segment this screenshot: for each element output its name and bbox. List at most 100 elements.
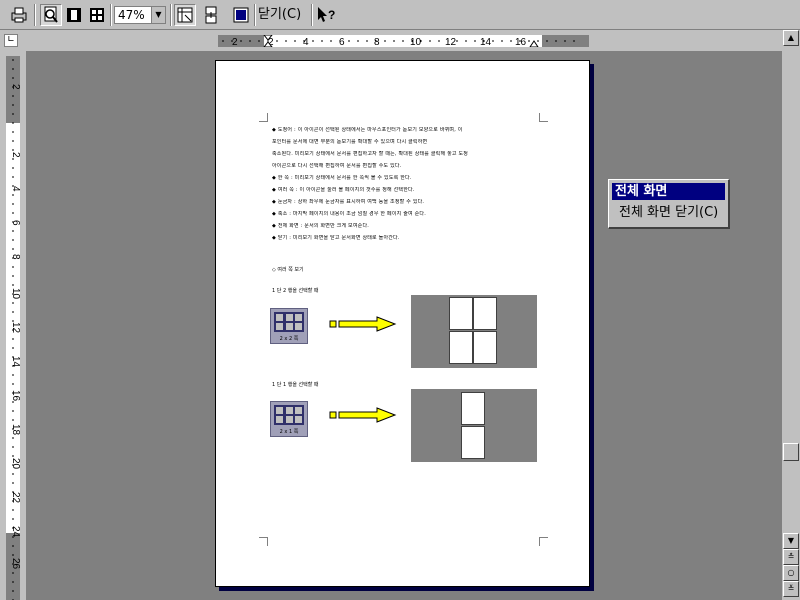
svg-text:?: ? [328,8,335,22]
ruler-label: 18 [10,424,20,436]
ruler-label: 6 [339,37,345,47]
grid-cell [276,323,283,330]
mini-page [461,392,485,425]
arrow-icon [329,316,397,332]
grid-cell [285,314,293,321]
toolbar-separator [34,4,36,26]
grid-cells [274,405,304,425]
grid-cell [295,314,302,321]
shrink-to-fit-icon[interactable] [200,4,222,26]
toolbar-separator [254,4,256,26]
document-line: ◆ 눈금자 : 상하 좌우에 눈금자를 표시하여 여백 등을 조정할 수 있다. [272,199,425,205]
ruler-label: 12 [445,37,457,47]
preview-2x2-image [411,295,537,368]
preview-toolbar: 47% ▼ 닫기(C) ? [0,0,800,30]
grid-cell [285,323,293,330]
ruler-label: 16 [515,37,527,47]
grid-cell [295,416,302,423]
full-screen-title[interactable]: 전체 화면 [612,183,725,200]
example-label: 1 단 2 행을 선택할 때 [272,288,319,294]
right-indent-marker-icon[interactable] [529,40,539,47]
ruler-label: 2 [10,152,20,158]
close-full-screen-button[interactable]: 전체 화면 닫기(C) [619,204,718,222]
mini-page [449,297,473,330]
ruler-label: 6 [10,220,20,226]
zoom-value: 47% [118,8,145,22]
ruler-label: 10 [410,37,422,47]
horizontal-ruler-ticks: 2 2 4 6 8 10 12 14 16 [222,35,575,47]
next-page-icon[interactable]: ≚ [783,581,799,597]
ruler-label: 12 [10,322,20,334]
scroll-up-icon[interactable]: ▲ [783,30,799,46]
scroll-down-icon[interactable]: ▼ [783,533,799,549]
ruler-label: 2 [232,37,238,47]
preview-page[interactable]: ◆ 도청어 : 이 아이콘이 선택된 상태에서는 마우스포인터가 돋보기 모양으… [215,60,590,587]
ruler-label: 4 [303,37,309,47]
close-preview-button[interactable]: 닫기(C) [258,5,301,25]
grid-cell [285,416,293,423]
ruler-label: 14 [480,37,492,47]
printer-icon[interactable] [8,4,30,26]
full-screen-icon[interactable] [230,4,252,26]
ruler-label: 8 [10,254,20,260]
document-line: ◆ 전체 화면 : 문서의 화면만 크게 보여준다. [272,223,370,229]
grid-cell [295,407,302,414]
full-screen-toolbar: 전체 화면 전체 화면 닫기(C) [608,179,730,229]
document-line: ◆ 한 쪽 : 미리보기 상태에서 문서를 한 쪽씩 볼 수 있도록 한다. [272,175,412,181]
ruler-label: 4 [10,186,20,192]
preview-2x1-image [411,389,537,462]
ruler-label: 14 [10,356,20,368]
mini-page [473,297,497,330]
select-browse-object-icon[interactable]: ○ [783,565,799,581]
ruler-label: 24 [10,526,20,538]
one-page-icon[interactable] [63,4,85,26]
document-line: ◆ 여러 쪽 : 이 아이콘을 눌러 볼 페이지의 갯수를 정해 선택한다. [272,187,415,193]
example-label: 1 단 1 행을 선택할 때 [272,382,319,388]
multi-page-icon[interactable] [86,4,108,26]
grid-cells [274,312,304,332]
ruler-label: 16 [10,390,20,402]
view-ruler-icon[interactable] [174,4,196,26]
document-line: 아이콘으로 다시 선택해 편집하여 문서를 편집할 수도 있다. [272,163,402,169]
zoom-select[interactable]: 47% ▼ [114,6,166,24]
grid-cell [276,314,283,321]
arrow-icon [329,407,397,423]
magnifier-icon[interactable] [40,4,62,26]
crop-mark [539,537,548,546]
crop-mark [539,113,548,122]
mini-page [461,426,485,459]
ruler-label: 8 [374,37,380,47]
crop-mark [259,537,268,546]
grid-cell [276,407,283,414]
mini-page [473,331,497,364]
grid-2x1-image: 2 x 1 쪽 [270,401,308,437]
grid-caption: 2 x 1 쪽 [279,429,299,435]
vertical-scrollbar[interactable] [782,30,800,600]
ruler-label: 26 [10,558,20,570]
grid-cell [276,416,283,423]
grid-cell [285,407,293,414]
vertical-ruler-ticks: 22468101214161820222426 [10,59,20,600]
scrollbar-thumb[interactable] [783,443,799,461]
mini-page [449,331,473,364]
ruler-label: 10 [10,288,20,300]
help-icon[interactable]: ? [315,4,337,26]
document-line: ◆ 축소 : 마지막 페이지의 내용이 조금 넘칠 경우 한 페이지 줄여 준다… [272,211,426,217]
ruler-label: 20 [10,458,20,470]
toolbar-separator [311,4,313,26]
document-line: ◆ 닫기 : 미리보기 화면을 닫고 문서화면 상태로 돌아간다. [272,235,400,241]
previous-page-icon[interactable]: ≛ [783,549,799,565]
grid-2x2-image: 2 x 2 쪽 [270,308,308,344]
ruler-label: 2 [10,84,20,90]
document-line: ◆ 도청어 : 이 아이콘이 선택된 상태에서는 마우스포인터가 돋보기 모양으… [272,127,463,133]
chevron-down-icon[interactable]: ▼ [151,7,165,23]
grid-caption: 2 x 2 쪽 [279,336,299,342]
section-heading: ◇ 여러 쪽 보기 [272,267,304,273]
grid-cell [295,323,302,330]
tab-selector-icon[interactable]: ∟ [4,34,18,47]
toolbar-separator [110,4,112,26]
crop-mark [259,113,268,122]
ruler-label: 22 [10,492,20,504]
toolbar-separator [170,4,172,26]
document-line: 축소된다. 미리보기 상태에서 문서를 편집하고자 할 때는, 확대된 상태를 … [272,151,469,157]
